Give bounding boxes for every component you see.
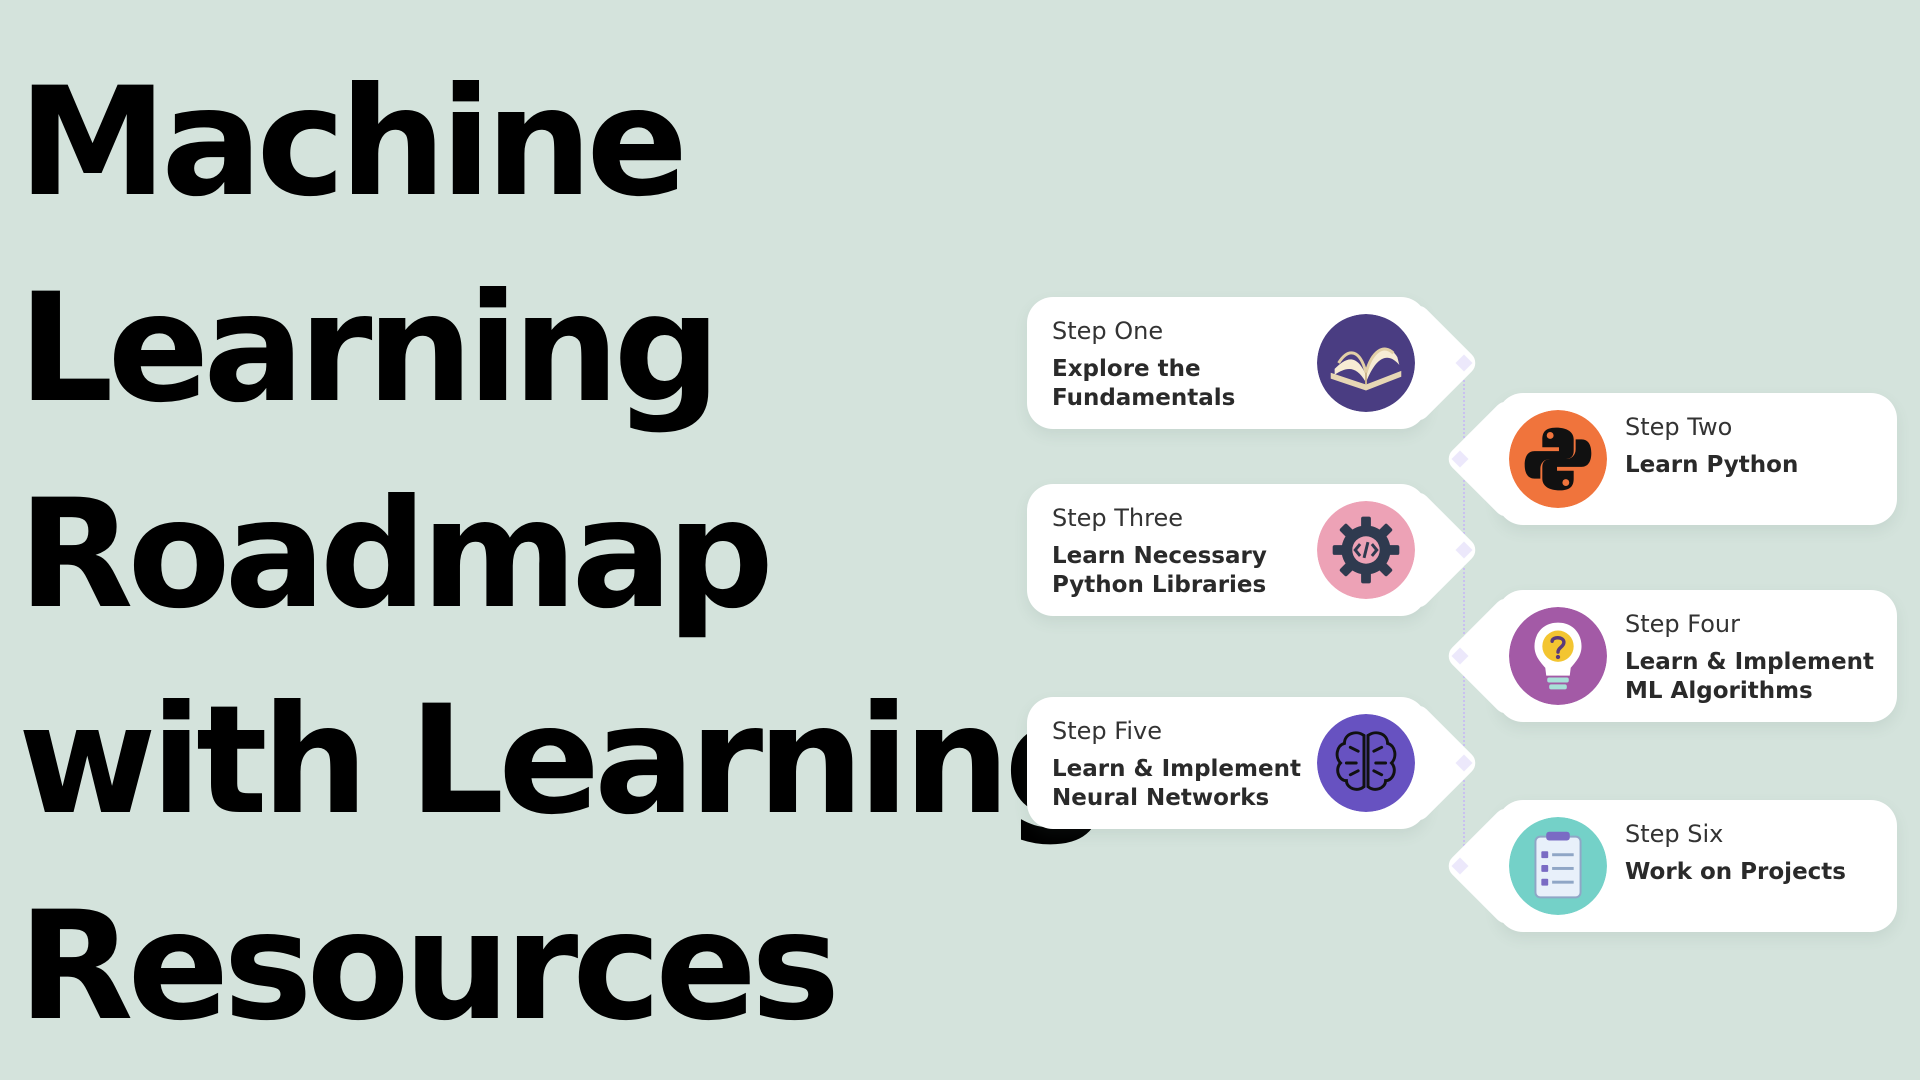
step-description: Work on Projects — [1625, 859, 1846, 885]
step-description: Learn Necessary Python Libraries — [1052, 543, 1267, 598]
step-five-text: Step Five Learn & Implement Neural Netwo… — [1052, 717, 1322, 813]
connector-dot — [1451, 647, 1469, 665]
clipboard-checklist-icon — [1509, 817, 1607, 915]
brain-icon — [1317, 714, 1415, 812]
step-six-text: Step Six Work on Projects — [1625, 820, 1890, 887]
step-description: Learn & Implement Neural Networks — [1052, 756, 1301, 811]
connector-dot — [1451, 450, 1469, 468]
title-line-4: with Learning — [18, 674, 1112, 848]
open-book-icon — [1317, 314, 1415, 412]
step-one-text: Step One Explore the Fundamentals — [1052, 317, 1322, 413]
step-label: Step Four — [1625, 610, 1740, 638]
step-label: Step Six — [1625, 820, 1724, 848]
step-description: Explore the Fundamentals — [1052, 356, 1236, 411]
step-four-card: Step Four Learn & Implement ML Algorithm… — [1451, 590, 1897, 722]
code-gear-icon — [1317, 501, 1415, 599]
page-title: Machine Learning Roadmap with Learning R… — [18, 40, 1112, 1070]
connector-dot — [1455, 754, 1473, 772]
title-line-1: Machine — [18, 56, 688, 230]
step-label: Step Five — [1052, 717, 1162, 745]
step-three-text: Step Three Learn Necessary Python Librar… — [1052, 504, 1322, 600]
connector-dot — [1455, 541, 1473, 559]
step-six-card: Step Six Work on Projects — [1451, 800, 1897, 932]
step-three-card: Step Three Learn Necessary Python Librar… — [1027, 484, 1473, 616]
step-five-card: Step Five Learn & Implement Neural Netwo… — [1027, 697, 1473, 829]
step-label: Step Two — [1625, 413, 1733, 441]
step-two-card: Step Two Learn Python — [1451, 393, 1897, 525]
step-label: Step Three — [1052, 504, 1184, 532]
connector-dot — [1455, 354, 1473, 372]
lightbulb-question-icon — [1509, 607, 1607, 705]
step-one-card: Step One Explore the Fundamentals — [1027, 297, 1473, 429]
step-description: Learn Python — [1625, 452, 1799, 478]
python-logo-icon — [1509, 410, 1607, 508]
step-description: Learn & Implement ML Algorithms — [1625, 649, 1874, 704]
title-line-2: Learning — [18, 262, 721, 436]
step-two-text: Step Two Learn Python — [1625, 413, 1890, 480]
step-four-text: Step Four Learn & Implement ML Algorithm… — [1625, 610, 1890, 706]
step-label: Step One — [1052, 317, 1164, 345]
title-line-5: Resources — [18, 880, 840, 1054]
connector-dot — [1451, 857, 1469, 875]
title-line-3: Roadmap — [18, 468, 774, 642]
